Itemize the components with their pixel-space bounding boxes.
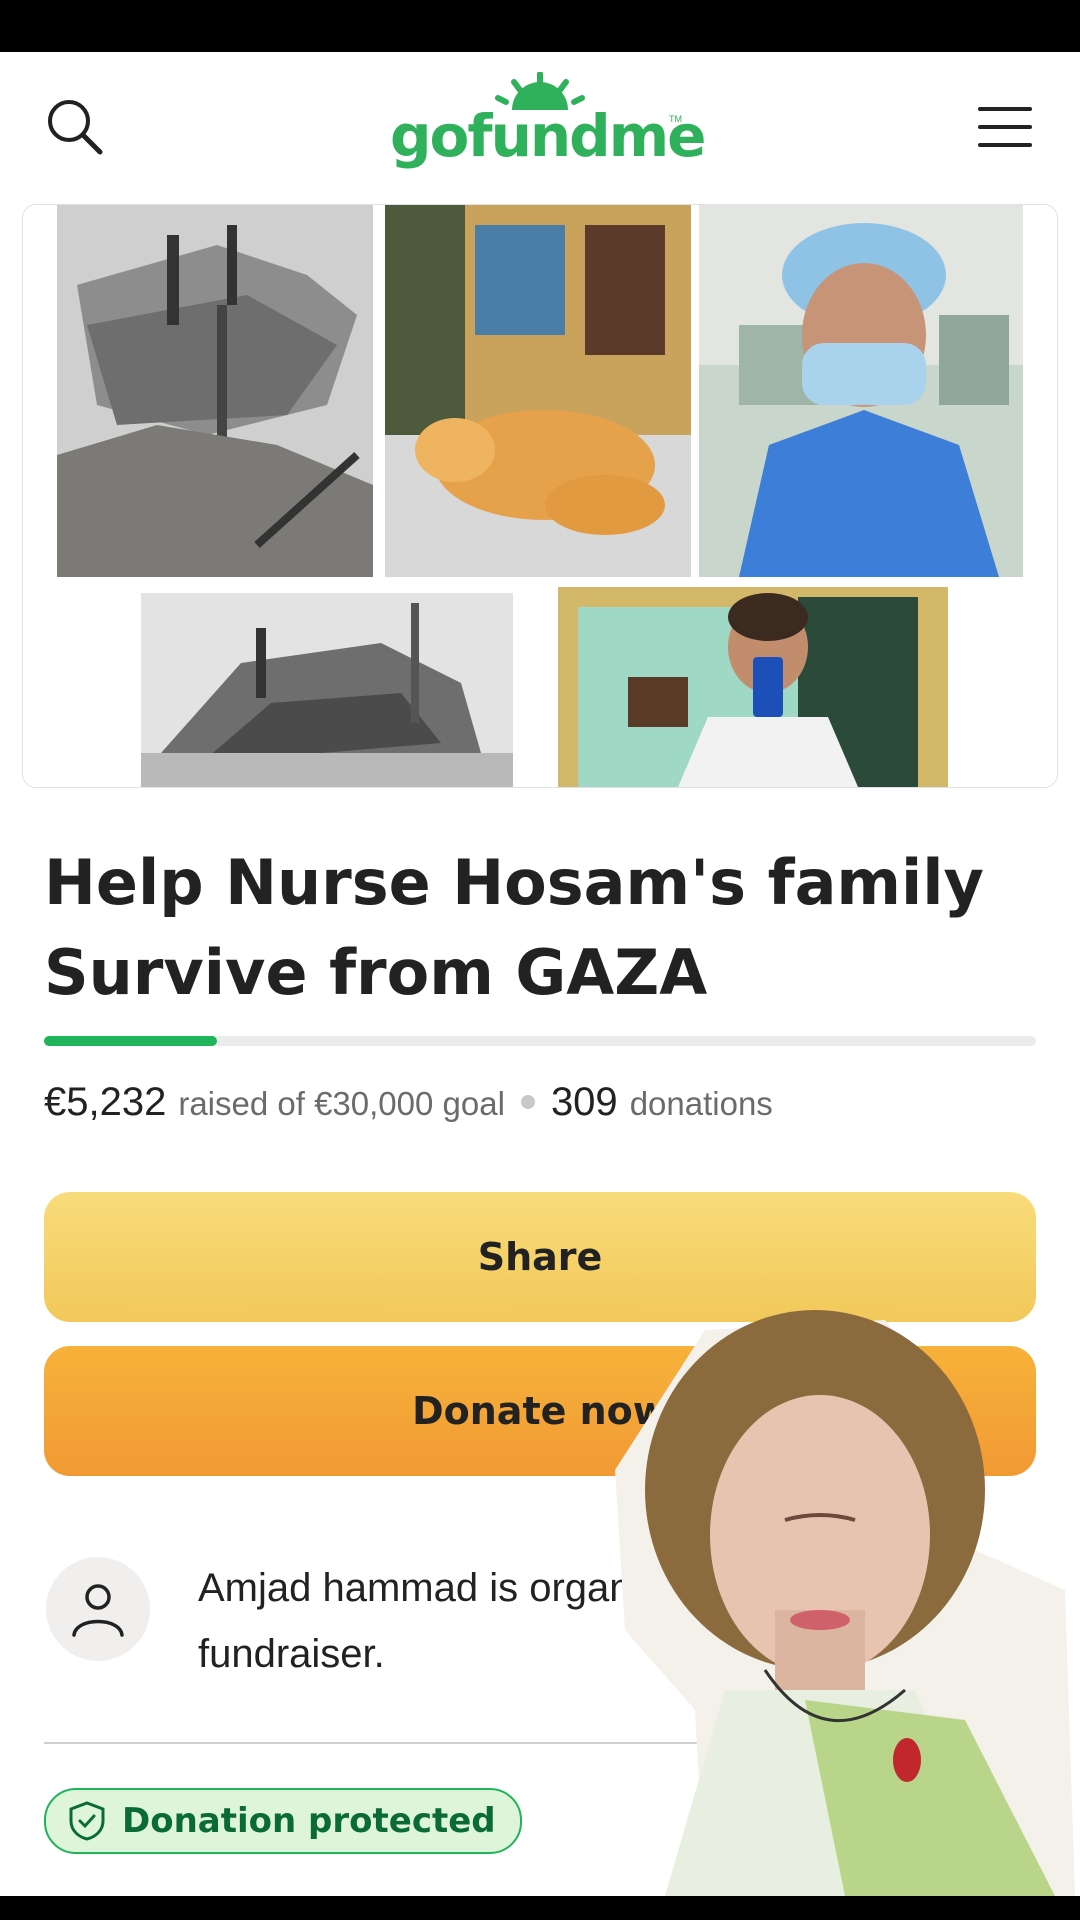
organizer-avatar[interactable] bbox=[46, 1557, 150, 1661]
logo-wordmark: gofundme bbox=[390, 102, 706, 170]
donation-count: 309 bbox=[550, 1080, 618, 1124]
nurse-scrubs-photo bbox=[699, 205, 1023, 577]
logo-trademark: TM bbox=[669, 114, 682, 124]
user-icon bbox=[72, 1584, 124, 1637]
bottom-bar bbox=[0, 1896, 1080, 1920]
donation-protected-badge[interactable]: Donation protected bbox=[44, 1788, 522, 1854]
rubble-photo-2 bbox=[141, 593, 513, 787]
menu-icon bbox=[978, 107, 1032, 147]
video-overlay-person bbox=[585, 1290, 1080, 1896]
gofundme-logo[interactable]: gofundme TM bbox=[390, 72, 706, 182]
amount-raised: €5,232 bbox=[44, 1080, 167, 1124]
rubble-photo bbox=[57, 205, 373, 577]
shield-icon bbox=[69, 1801, 105, 1841]
separator-dot bbox=[520, 1095, 535, 1109]
site-header: gofundme TM bbox=[0, 52, 1080, 202]
mirror-selfie-photo bbox=[558, 587, 948, 787]
campaign-photo-collage[interactable] bbox=[22, 204, 1058, 788]
goal-text: raised of €30,000 goal bbox=[178, 1085, 505, 1122]
donation-label: donations bbox=[629, 1085, 773, 1122]
search-icon bbox=[48, 100, 103, 155]
funding-stats: €5,232 raised of €30,000 goal 309 donati… bbox=[44, 1080, 773, 1130]
menu-button[interactable] bbox=[970, 92, 1040, 162]
search-button[interactable] bbox=[40, 92, 110, 162]
cat-photo bbox=[385, 205, 691, 577]
campaign-title: Help Nurse Hosam's family Survive from G… bbox=[44, 846, 984, 1009]
status-bar bbox=[0, 0, 1080, 52]
funding-progress-fill bbox=[44, 1036, 217, 1046]
funding-progress-bar bbox=[44, 1036, 1036, 1046]
donation-protected-label: Donation protected bbox=[122, 1801, 496, 1841]
